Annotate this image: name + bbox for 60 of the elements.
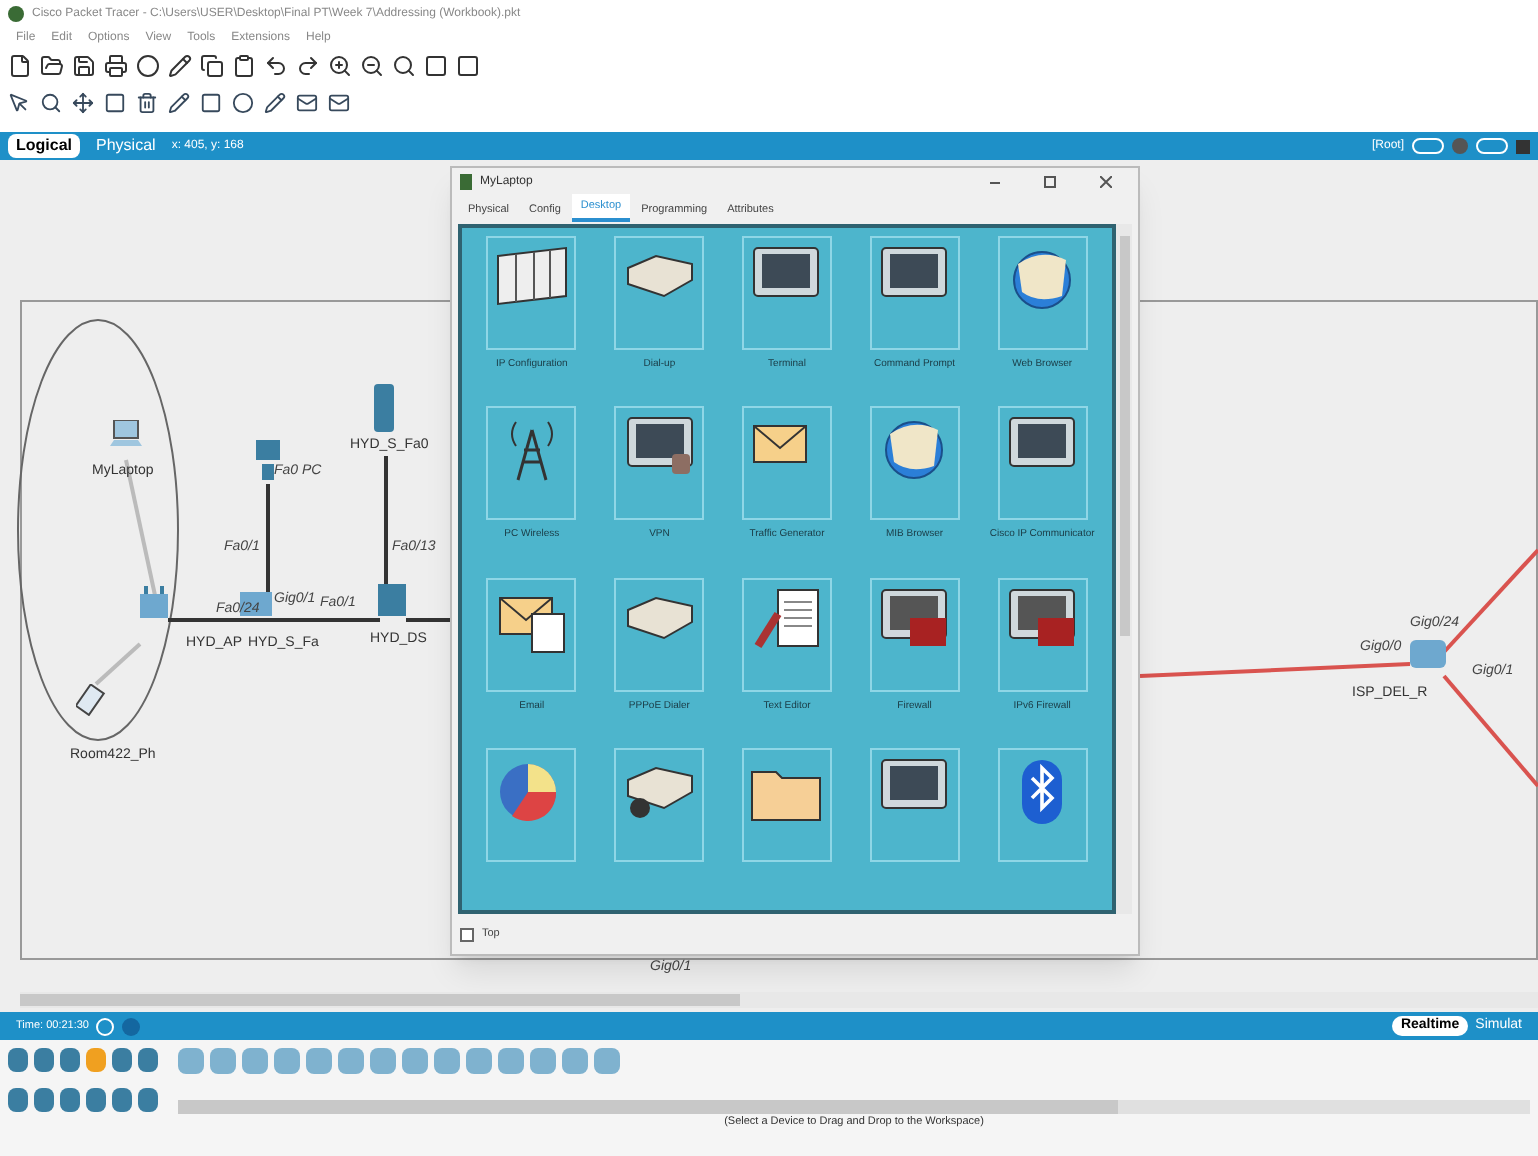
toggle-icon xyxy=(1412,138,1444,154)
clipboard-icon[interactable] xyxy=(232,54,256,78)
move-icon[interactable] xyxy=(72,91,94,113)
access-point-icon xyxy=(140,586,168,618)
square-icon[interactable] xyxy=(104,91,126,113)
redo-icon[interactable] xyxy=(296,54,320,78)
app-tile[interactable] xyxy=(741,236,832,350)
open-folder-icon[interactable] xyxy=(40,54,64,78)
square-icon[interactable] xyxy=(424,54,448,78)
new-file-icon[interactable] xyxy=(8,54,32,78)
trash-icon[interactable] xyxy=(136,91,158,113)
app-icon xyxy=(460,174,472,190)
cable-line xyxy=(94,642,142,686)
view-tab[interactable]: Physical xyxy=(88,134,164,158)
pencil-icon[interactable] xyxy=(264,91,286,113)
app-tile[interactable] xyxy=(869,747,960,862)
search-icon[interactable] xyxy=(40,91,62,113)
app-tile[interactable] xyxy=(997,577,1088,691)
top-checkbox[interactable] xyxy=(460,927,474,941)
square-icon[interactable] xyxy=(456,54,480,78)
app-tile[interactable] xyxy=(614,577,705,691)
circle-icon[interactable] xyxy=(136,54,160,78)
envelope-icon[interactable] xyxy=(296,91,318,113)
app-tile[interactable] xyxy=(486,236,577,350)
app-tile[interactable] xyxy=(486,577,577,691)
toggle-icon xyxy=(1476,138,1508,154)
app-tile[interactable] xyxy=(614,406,705,521)
app-tile[interactable] xyxy=(486,406,577,521)
pointer-icon[interactable] xyxy=(8,91,30,113)
app-tile[interactable] xyxy=(997,747,1088,862)
app-tile[interactable] xyxy=(997,236,1088,350)
viewport-icon xyxy=(1452,138,1468,154)
envelope-icon[interactable] xyxy=(328,91,350,113)
copy-icon[interactable] xyxy=(200,54,224,78)
circle-icon[interactable] xyxy=(232,91,254,113)
app-icon xyxy=(8,6,24,22)
app-tile[interactable] xyxy=(614,236,705,350)
close-icon xyxy=(1100,176,1112,188)
app-tile[interactable] xyxy=(741,747,832,862)
zoom-out-icon[interactable] xyxy=(360,54,384,78)
save-icon[interactable] xyxy=(72,54,96,78)
square-icon[interactable] xyxy=(200,91,222,113)
app-tile[interactable] xyxy=(997,406,1088,521)
cable-line xyxy=(1442,674,1538,788)
pencil-icon[interactable] xyxy=(168,54,192,78)
cable-line xyxy=(404,618,452,622)
power-button[interactable] xyxy=(96,1017,115,1035)
app-tile[interactable] xyxy=(614,747,705,862)
zoom-in-icon[interactable] xyxy=(328,54,352,78)
lock-icon xyxy=(1516,139,1530,153)
app-tile[interactable] xyxy=(741,577,832,691)
app-tile[interactable] xyxy=(869,236,960,350)
undo-icon[interactable] xyxy=(264,54,288,78)
view-tab[interactable]: Logical xyxy=(8,134,81,158)
app-tile[interactable] xyxy=(869,577,960,691)
pencil-icon[interactable] xyxy=(168,91,190,113)
search-icon[interactable] xyxy=(392,54,416,78)
app-tile[interactable] xyxy=(869,406,960,521)
app-tile[interactable] xyxy=(486,747,577,862)
app-tile[interactable] xyxy=(741,406,832,521)
